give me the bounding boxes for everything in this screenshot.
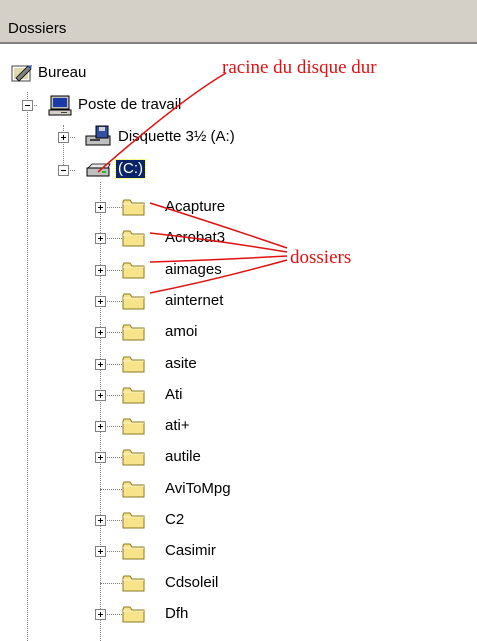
- folder-label[interactable]: Dfh: [165, 605, 188, 623]
- folder-label[interactable]: ati+: [165, 417, 190, 435]
- folder-icon: [122, 417, 145, 435]
- folders-pane-title: Dossiers: [8, 20, 67, 37]
- folder-icon: [122, 355, 145, 373]
- folder-label[interactable]: Ati: [165, 386, 183, 404]
- folder-icon: [122, 574, 145, 592]
- folder-label[interactable]: ainternet: [165, 292, 223, 310]
- folder-icon: [122, 386, 145, 404]
- floppy-drive-icon: [84, 124, 114, 153]
- expand-toggle[interactable]: [95, 515, 106, 526]
- folder-item[interactable]: Cdsoleil: [0, 573, 477, 601]
- folder-label[interactable]: autile: [165, 448, 201, 466]
- folder-label[interactable]: Cdsoleil: [165, 574, 218, 592]
- folder-item[interactable]: autile: [0, 447, 477, 475]
- folder-label[interactable]: amoi: [165, 323, 198, 341]
- expand-toggle[interactable]: [95, 421, 106, 432]
- tree-node-computer[interactable]: Poste de travail: [78, 96, 181, 114]
- folder-item[interactable]: Acrobat3: [0, 228, 477, 256]
- folder-label[interactable]: asite: [165, 355, 197, 373]
- folder-item[interactable]: Acapture: [0, 197, 477, 225]
- annotation-root: racine du disque dur: [222, 57, 377, 78]
- folder-icon: [122, 480, 145, 498]
- folder-item[interactable]: Ati: [0, 385, 477, 413]
- folder-icon: [122, 605, 145, 623]
- expand-toggle[interactable]: [95, 359, 106, 370]
- folder-item[interactable]: C2: [0, 510, 477, 538]
- expand-toggle[interactable]: [95, 327, 106, 338]
- desktop-icon: [10, 62, 34, 89]
- expand-toggle[interactable]: [95, 233, 106, 244]
- folder-item[interactable]: Casimir: [0, 541, 477, 569]
- hard-drive-icon: [84, 160, 114, 185]
- folder-tree[interactable]: Bureau Poste de travail Disquette 3½ (A:: [0, 44, 477, 641]
- folder-label[interactable]: AviToMpg: [165, 480, 231, 498]
- folder-item[interactable]: asite: [0, 354, 477, 382]
- tree-guide-line: [100, 489, 122, 490]
- folder-label[interactable]: Acrobat3: [165, 229, 225, 247]
- expand-toggle[interactable]: [95, 296, 106, 307]
- folder-item[interactable]: aimages: [0, 260, 477, 288]
- folder-label[interactable]: aimages: [165, 261, 222, 279]
- folder-item[interactable]: AviToMpg: [0, 479, 477, 507]
- folder-icon: [122, 229, 145, 247]
- tree-node-drive-c[interactable]: (C:): [115, 159, 146, 179]
- folder-item[interactable]: ati+: [0, 416, 477, 444]
- folder-icon: [122, 448, 145, 466]
- computer-icon: [46, 94, 74, 123]
- expand-toggle[interactable]: [95, 609, 106, 620]
- tree-node-desktop[interactable]: Bureau: [38, 64, 86, 82]
- collapse-toggle-drive-c[interactable]: [58, 165, 69, 176]
- annotation-folders: dossiers: [290, 247, 352, 268]
- expand-toggle[interactable]: [95, 265, 106, 276]
- folder-item[interactable]: ainternet: [0, 291, 477, 319]
- folder-label[interactable]: Casimir: [165, 542, 216, 560]
- tree-guide-line: [63, 125, 64, 165]
- expand-toggle[interactable]: [95, 202, 106, 213]
- folder-icon: [122, 542, 145, 560]
- expand-toggle-floppy[interactable]: [58, 132, 69, 143]
- expand-toggle[interactable]: [95, 452, 106, 463]
- tree-node-floppy[interactable]: Disquette 3½ (A:): [118, 128, 235, 146]
- explorer-folder-pane: Dossiers Bureau Poste de travail Disquet…: [0, 0, 477, 641]
- collapse-toggle-computer[interactable]: [22, 100, 33, 111]
- expand-toggle[interactable]: [95, 390, 106, 401]
- folder-icon: [122, 292, 145, 310]
- folder-icon: [122, 511, 145, 529]
- folder-item[interactable]: amoi: [0, 322, 477, 350]
- tree-guide-line: [100, 583, 122, 584]
- folder-icon: [122, 323, 145, 341]
- folder-icon: [122, 261, 145, 279]
- folders-pane-header: Dossiers: [0, 0, 477, 44]
- folder-icon: [122, 198, 145, 216]
- folder-label[interactable]: C2: [165, 511, 184, 529]
- folder-label[interactable]: Acapture: [165, 198, 225, 216]
- expand-toggle[interactable]: [95, 546, 106, 557]
- folder-item[interactable]: Dfh: [0, 604, 477, 632]
